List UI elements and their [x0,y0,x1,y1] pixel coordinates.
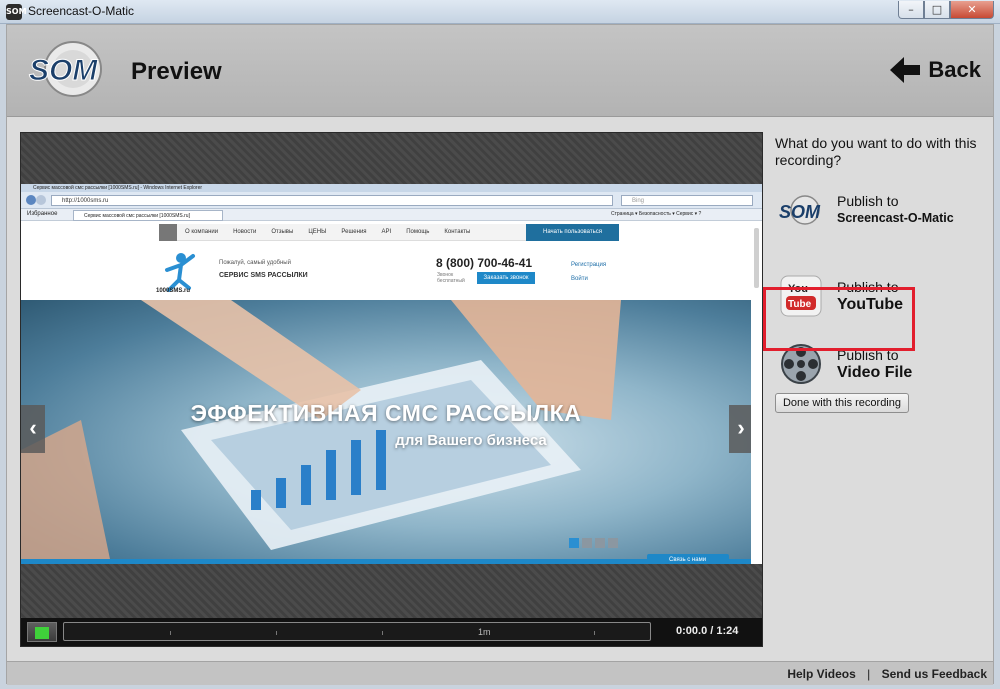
svg-text:SOM: SOM [29,54,98,87]
play-button[interactable] [27,622,57,642]
browser-scrollbar [754,228,759,288]
back-button[interactable]: Back [890,57,981,83]
browser-address-bar: http://1000sms.ru Bing [21,192,762,209]
site-nav-item: Решения [341,229,367,235]
site-nav-item: Новости [233,229,257,235]
browser-favorites: Избранное [27,211,58,217]
publish-question: What do you want to do with this recordi… [775,135,977,168]
site-nav-item: Помощь [406,229,430,235]
minimize-button[interactable]: – [898,1,924,19]
hero-next-icon: › [729,405,751,453]
selection-highlight [763,287,915,351]
player-bar: 1m 0:00.0 / 1:24 [21,618,762,646]
browser-search: Bing [621,195,753,206]
site-chat: Связь с нами [647,554,729,564]
site-phone: 8 (800) 700-46-41 [436,256,533,270]
site-nav-item: ЦЕНЫ [308,229,327,235]
site-phone-note: Звонок бесплатный [437,272,465,284]
hero-dot [582,538,592,548]
som-logo: SOM [29,41,102,97]
hero-prev-icon: ‹ [21,405,45,453]
browser-tools: Страница ▾ Безопасность ▾ Сервис ▾ ? [611,211,702,217]
footer: Help Videos | Send us Feedback [7,661,993,685]
hero-subtitle: для Вашего бизнеса [395,432,547,449]
site-nav-item: Контакты [444,229,471,235]
site-nav-item: API [381,229,392,235]
timeline-tick [594,631,595,635]
site-nav-items: О компании Новости Отзывы ЦЕНЫ Решения A… [185,229,485,235]
timeline-scrubber[interactable]: 1m [63,622,651,641]
svg-text:SOM: SOM [779,202,821,222]
timeline-tick [382,631,383,635]
done-button[interactable]: Done with this recording [775,393,909,413]
site-logo-text: 1000SMS.ru [156,288,191,294]
footer-links: Help Videos | Send us Feedback [787,667,987,681]
back-label: Back [928,57,981,82]
header: SOM Preview Back [7,25,993,117]
window-controls: – □ ✕ [898,1,994,19]
footer-separator: | [867,667,871,681]
site-login: Войти [571,276,588,282]
recording-frame: Сервис массовой смс рассылки [1000SMS.ru… [21,184,762,564]
home-icon [159,224,177,241]
timeline-tick [276,631,277,635]
hero-dots [569,538,618,548]
hero-dot [569,538,579,548]
site-cta: Начать пользоваться [526,224,619,241]
window-title: Screencast-O-Matic [28,4,135,18]
app-icon: SOM [6,4,27,20]
send-feedback-link[interactable]: Send us Feedback [882,667,987,681]
site-nav-item: О компании [185,229,219,235]
app-frame: SOM Preview Back Сервис массовой смс рас… [6,24,994,685]
publish-video-file-line2: Video File [837,364,913,381]
publish-panel: What do you want to do with this recordi… [775,135,990,413]
hero-footer [21,559,751,564]
site-callback-button: Заказать звонок [477,272,535,284]
browser-nav-icon [26,195,46,205]
browser-tab-bar: Избранное Сервис массовой смс рассылки [… [21,209,762,221]
back-arrow-icon [890,57,921,83]
hero-dot [595,538,605,548]
time-readout: 0:00.0 / 1:24 [676,625,739,637]
publish-som-line2: Screencast-O-Matic [837,211,954,225]
hero-title: ЭФФЕКТИВНАЯ СМС РАССЫЛКА [190,400,582,426]
site-nav: О компании Новости Отзывы ЦЕНЫ Решения A… [159,224,619,241]
timeline-tick [170,631,171,635]
close-button[interactable]: ✕ [950,1,994,19]
hero-dot [608,538,618,548]
browser-url: http://1000sms.ru [51,195,613,206]
site-service: СЕРВИС SMS РАССЫЛКИ [219,272,308,279]
som-icon: SOM [779,195,821,225]
browser-title: Сервис массовой смс рассылки [1000SMS.ru… [33,185,203,191]
site-register: Регистрация [571,262,607,268]
browser-title-bar: Сервис массовой смс рассылки [1000SMS.ru… [21,184,762,192]
publish-video-file-label: Publish to Video File [837,347,912,381]
maximize-button[interactable]: □ [924,1,950,19]
timeline-tick-label: 1m [478,627,491,637]
page-title: Preview [131,58,222,85]
site-hero: ЭФФЕКТИВНАЯ СМС РАССЫЛКА для Вашего бизн… [21,300,751,564]
help-videos-link[interactable]: Help Videos [787,667,855,681]
play-icon [35,627,49,639]
site-tagline: Пожалуй, самый удобный [219,260,291,266]
site-nav-item: Отзывы [271,229,294,235]
publish-screencast-o-matic-button[interactable]: SOM Publish to Screencast-O-Matic [775,183,985,237]
publish-som-label: Publish to Screencast-O-Matic [837,193,954,227]
title-bar: SOM Screencast-O-Matic – □ ✕ [0,0,1000,24]
browser-tab: Сервис массовой смс рассылки [1000SMS.ru… [73,210,223,221]
publish-som-line1: Publish to [837,193,899,209]
preview-panel: Сервис массовой смс рассылки [1000SMS.ru… [20,132,763,647]
site-header: 1000SMS.ru Пожалуй, самый удобный СЕРВИС… [21,244,751,300]
